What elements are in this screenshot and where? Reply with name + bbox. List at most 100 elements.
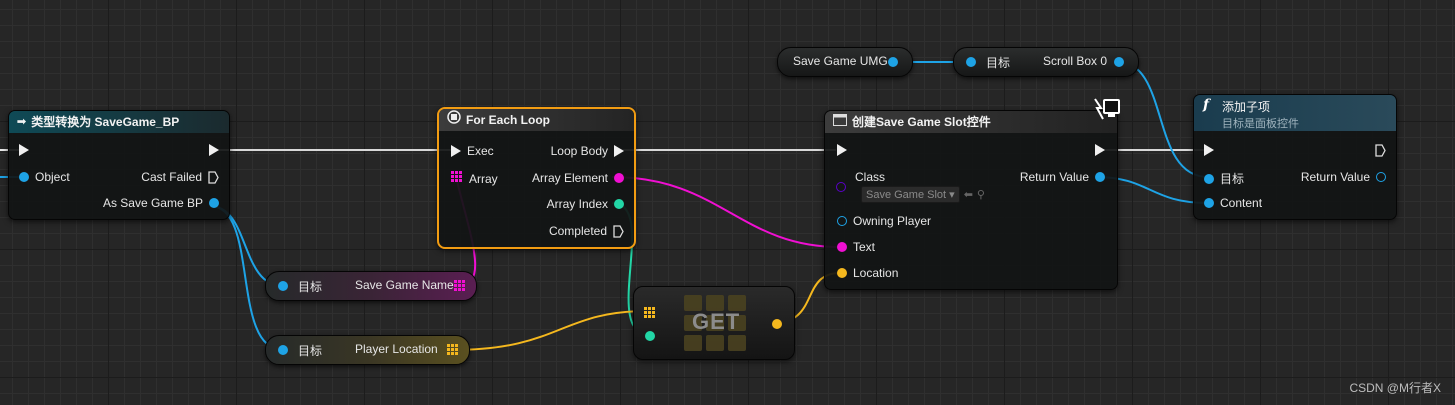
cast-node-title: 类型转换为 SaveGame_BP	[31, 115, 180, 129]
cast-exec-in[interactable]	[19, 144, 29, 156]
class-pin-icon[interactable]	[836, 182, 846, 192]
array-pin-icon	[451, 171, 463, 186]
add-child-content-pin[interactable]: Content	[1204, 196, 1262, 210]
int-pin-icon[interactable]	[645, 331, 655, 341]
exec-in-icon	[1204, 144, 1214, 156]
exec-in-icon	[451, 145, 461, 157]
exec-out-icon	[614, 145, 624, 157]
array-pin-icon[interactable]	[454, 280, 466, 295]
array-pin-icon[interactable]	[447, 344, 459, 359]
pin-label: Location	[853, 266, 899, 280]
pin-label: Class	[855, 170, 886, 184]
create-exec-out[interactable]	[1095, 144, 1105, 156]
object-pin-icon	[1204, 198, 1214, 208]
exec-outline-icon	[208, 170, 219, 184]
exec-out-icon	[209, 144, 219, 156]
create-widget-title: 创建Save Game Slot控件	[852, 115, 991, 129]
pin-label: Exec	[467, 144, 494, 158]
macro-icon	[447, 109, 461, 131]
save-game-umg-getter[interactable]: Save Game UMG	[777, 47, 913, 77]
cast-failed-pin[interactable]: Cast Failed	[141, 170, 219, 184]
pin-label: 目标	[1220, 172, 1245, 186]
create-exec-in[interactable]	[837, 144, 847, 156]
int-pin-icon	[614, 199, 624, 209]
browse-search-icon[interactable]: ⚲	[977, 188, 985, 201]
foreach-array-pin[interactable]: Array	[451, 171, 498, 186]
class-dropdown[interactable]: Save Game Slot ▾	[861, 186, 960, 203]
variable-label: Save Game Name	[355, 278, 454, 292]
foreach-array-element-pin[interactable]: Array Element	[532, 171, 624, 185]
player-location-getter[interactable]: 目标 Player Location	[265, 335, 470, 365]
pin-label: Content	[1220, 196, 1263, 210]
struct-pin-icon[interactable]	[772, 319, 782, 329]
create-widget-header[interactable]: 创建Save Game Slot控件	[825, 111, 1117, 133]
for-each-loop-node[interactable]: For Each Loop Exec Loop Body Array Array…	[437, 107, 636, 249]
string-pin-icon	[614, 173, 624, 183]
create-owning-player-pin[interactable]: Owning Player	[837, 214, 931, 228]
pin-label: Array Element	[531, 171, 608, 185]
for-each-header[interactable]: For Each Loop	[439, 109, 634, 131]
add-child-return-value-pin[interactable]: Return Value	[1301, 170, 1386, 184]
function-icon: f	[1203, 97, 1210, 113]
pin-label: Text	[853, 240, 876, 254]
cast-as-pin[interactable]: As Save Game BP	[103, 196, 219, 210]
create-text-pin[interactable]: Text	[837, 240, 875, 254]
add-child-target-pin[interactable]: 目标	[1204, 170, 1244, 187]
pin-label: Return Value	[1300, 170, 1370, 184]
chevron-down-icon: ▾	[949, 189, 955, 201]
struct-pin-icon	[837, 268, 847, 278]
save-game-name-getter[interactable]: 目标 Save Game Name	[265, 271, 477, 301]
exec-outline-icon	[613, 224, 624, 238]
create-location-pin[interactable]: Location	[837, 266, 898, 280]
variable-label: Player Location	[355, 342, 438, 356]
pin-label: Cast Failed	[141, 170, 202, 184]
target-label: 目标	[986, 56, 1011, 70]
class-select[interactable]: Save Game Slot ▾ ⬅ ⚲	[861, 186, 985, 203]
add-child-title: 添加子项	[1222, 100, 1271, 114]
pin-label: Loop Body	[550, 144, 608, 158]
add-child-header[interactable]: f 添加子项 目标是面板控件	[1194, 95, 1396, 131]
exec-in-icon	[837, 144, 847, 156]
foreach-loop-body-pin[interactable]: Loop Body	[551, 144, 624, 158]
create-class-label: Class	[855, 170, 885, 184]
add-child-node[interactable]: f 添加子项 目标是面板控件 目标 Return Value Content	[1193, 94, 1397, 220]
cast-exec-out[interactable]	[209, 144, 219, 156]
foreach-array-index-pin[interactable]: Array Index	[547, 197, 624, 211]
cast-node-header[interactable]: ➟ 类型转换为 SaveGame_BP	[9, 111, 229, 133]
exec-outline-icon	[1375, 144, 1386, 157]
pin-label: Owning Player	[853, 214, 932, 228]
for-each-title: For Each Loop	[466, 113, 550, 127]
add-child-subtitle: 目标是面板控件	[1222, 118, 1299, 130]
use-selected-icon[interactable]: ⬅	[964, 188, 973, 201]
client-only-icon	[1093, 97, 1121, 126]
target-label: 目标	[298, 280, 323, 294]
object-pin-icon	[19, 172, 29, 182]
cast-object-pin[interactable]: Object	[19, 170, 70, 184]
cast-node[interactable]: ➟ 类型转换为 SaveGame_BP Object Cast Failed A…	[8, 110, 230, 220]
pin-label: Return Value	[1019, 170, 1089, 184]
array-pin-icon[interactable]	[644, 306, 656, 324]
create-widget-node[interactable]: 创建Save Game Slot控件 Class Save Game Slot …	[824, 98, 1120, 290]
add-child-exec-out[interactable]	[1375, 144, 1386, 157]
target-label: 目标	[298, 344, 323, 358]
variable-label: Save Game UMG	[793, 54, 888, 68]
foreach-exec-pin[interactable]: Exec	[451, 144, 494, 158]
foreach-completed-pin[interactable]: Completed	[549, 224, 624, 238]
target-pin-icon[interactable]	[278, 281, 288, 291]
create-return-value-pin[interactable]: Return Value	[1020, 170, 1105, 184]
get-array-node[interactable]: GET	[633, 286, 795, 360]
pin-label: Array	[469, 171, 498, 186]
pin-label: As Save Game BP	[102, 196, 203, 210]
target-pin-icon[interactable]	[278, 345, 288, 355]
object-pin-icon[interactable]	[888, 57, 898, 67]
add-child-exec-in[interactable]	[1204, 144, 1214, 156]
object-pin-icon	[1095, 172, 1105, 182]
target-pin-icon[interactable]	[966, 57, 976, 67]
pin-label: Object	[35, 170, 70, 184]
object-pin-icon[interactable]	[1114, 57, 1124, 67]
get-label: GET	[692, 309, 741, 334]
scroll-box-getter[interactable]: 目标 Scroll Box 0	[953, 47, 1139, 77]
widget-icon	[833, 111, 847, 133]
exec-in-icon	[19, 144, 29, 156]
variable-label: Scroll Box 0	[1043, 54, 1108, 68]
